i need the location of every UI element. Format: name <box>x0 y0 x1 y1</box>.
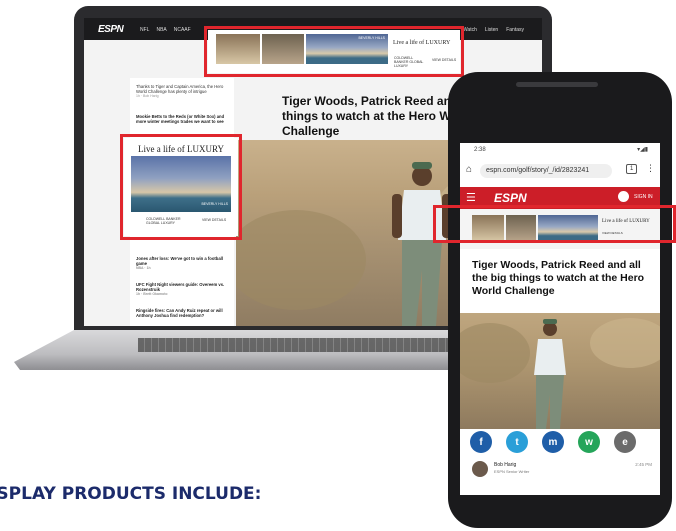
facebook-share-button[interactable]: f <box>470 431 492 453</box>
mobile-article-headline[interactable]: Tiger Woods, Patrick Reed and all the bi… <box>472 259 654 298</box>
nav-links: NFL NBA NCAAF <box>140 27 191 33</box>
account-icon[interactable] <box>618 191 629 202</box>
email-share-button[interactable]: e <box>614 431 636 453</box>
laptop-keyboard <box>138 338 468 352</box>
byline: Bob Harig ESPN Senior Writer 2:45 PM <box>472 461 652 487</box>
nav-link[interactable]: NBA <box>156 27 166 33</box>
phone-screen: 2:38 ▾◢▮ ⌂ espn.com/golf/story/_/id/2823… <box>460 143 660 495</box>
status-bar: 2:38 ▾◢▮ <box>460 143 660 157</box>
sidebar-headline[interactable]: Jones after loss: We've got to win a foo… <box>136 256 230 272</box>
golfer-illustration <box>460 318 660 429</box>
twitter-share-button[interactable]: t <box>506 431 528 453</box>
tab-count-button[interactable]: 1 <box>626 164 638 174</box>
status-time: 2:38 <box>474 147 486 153</box>
messenger-share-button[interactable]: m <box>542 431 564 453</box>
sign-in-link[interactable]: SIGN IN <box>634 194 653 200</box>
author-avatar <box>472 461 488 477</box>
sidebar-headline[interactable]: UFC Fight Night viewers guide: Overeem v… <box>136 282 230 298</box>
nav-link[interactable]: NFL <box>140 27 149 33</box>
author-name[interactable]: Bob Harig <box>494 462 516 468</box>
espn-logo[interactable]: ESPN <box>494 191 527 205</box>
nav-link-watch[interactable]: Watch <box>463 27 477 33</box>
hamburger-icon[interactable]: ☰ <box>466 191 476 204</box>
whatsapp-share-button[interactable]: w <box>578 431 600 453</box>
share-buttons: f t m w e <box>470 431 636 453</box>
nav-link-listen[interactable]: Listen <box>485 27 498 33</box>
more-menu-icon[interactable]: ⋮ <box>646 163 655 174</box>
nav-right-links: Watch Listen Fantasy <box>463 27 524 33</box>
publish-time: 2:45 PM <box>635 462 652 467</box>
highlight-frame <box>120 134 242 240</box>
nav-link[interactable]: NCAAF <box>174 27 191 33</box>
browser-url-bar: ⌂ espn.com/golf/story/_/id/2823241 1 ⋮ <box>460 161 660 183</box>
highlight-frame <box>204 26 464 77</box>
home-icon[interactable]: ⌂ <box>466 164 472 175</box>
url-field[interactable]: espn.com/golf/story/_/id/2823241 <box>480 164 612 178</box>
phone-speaker <box>516 82 598 87</box>
highlight-frame <box>433 205 676 243</box>
author-role: ESPN Senior Writer <box>494 469 530 474</box>
sidebar-headline[interactable]: Ringside fires: Can Andy Ruiz repeat or … <box>136 308 230 318</box>
sidebar-headline[interactable]: Thanks to Tiger and Captain America, the… <box>136 84 230 100</box>
mobile-hero-photo <box>460 313 660 429</box>
sidebar-headline[interactable]: Mookie Betts to the Reds (or White Sox) … <box>136 114 230 124</box>
nav-link-fantasy[interactable]: Fantasy <box>506 27 524 33</box>
espn-logo[interactable]: ESPN <box>98 24 124 35</box>
signal-icon: ▾◢▮ <box>637 147 648 153</box>
page-caption: DISPLAY PRODUCTS INCLUDE: <box>0 484 262 504</box>
